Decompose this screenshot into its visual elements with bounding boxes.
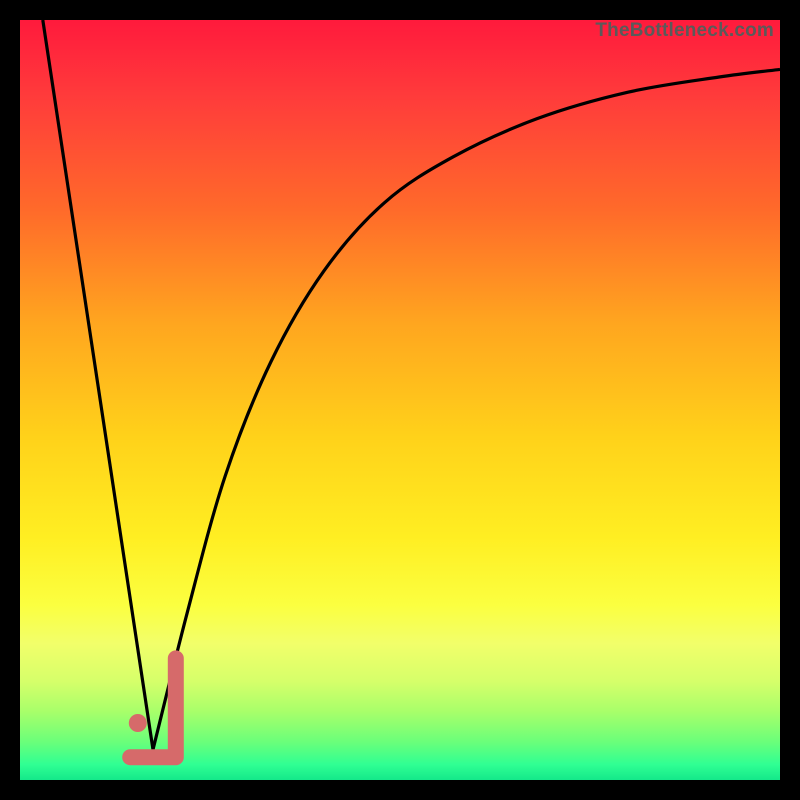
- marker-dot-icon: [129, 714, 147, 732]
- plot-area: TheBottleneck.com: [20, 20, 780, 780]
- chart-frame: TheBottleneck.com: [0, 0, 800, 800]
- curve-right-branch: [153, 69, 780, 749]
- chart-svg: [20, 20, 780, 780]
- curve-left-branch: [43, 20, 153, 750]
